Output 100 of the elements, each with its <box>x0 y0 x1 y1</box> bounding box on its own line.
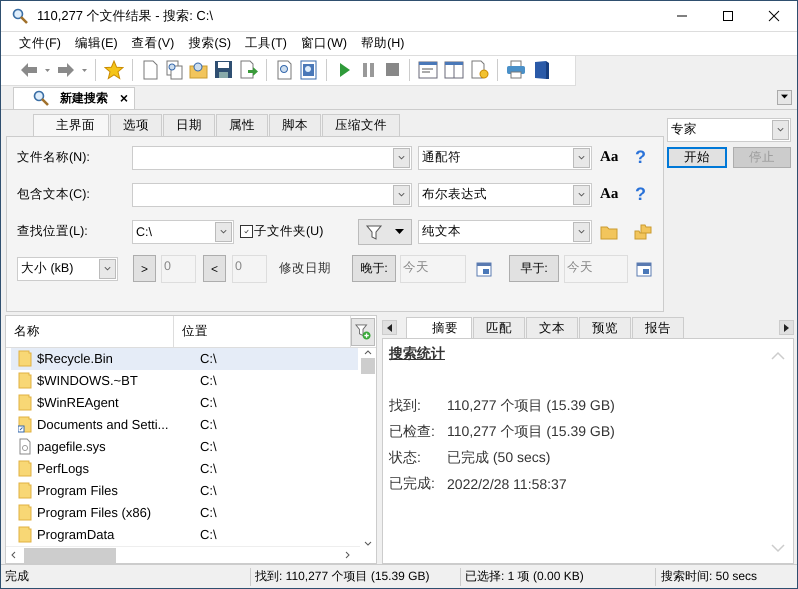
dropdown-button[interactable] <box>777 90 792 105</box>
menu-item[interactable]: 查看(V) <box>130 34 182 52</box>
chevron-up-icon[interactable] <box>363 348 373 356</box>
window-columns-icon[interactable] <box>444 60 464 80</box>
mode-dropdown[interactable]: 专家 <box>667 118 791 142</box>
chevron-right-icon[interactable] <box>344 550 352 560</box>
section-heading: 搜索统计 <box>389 345 445 364</box>
folder-icon <box>18 350 32 368</box>
table-cell-text: $WINDOWS.~BT <box>37 373 139 388</box>
tab[interactable]: 脚本 <box>269 114 321 136</box>
tab[interactable]: 主界面 <box>33 114 109 136</box>
location-dropdown[interactable]: C:\ <box>132 220 234 244</box>
add-filter-button[interactable] <box>351 318 375 346</box>
menu-item[interactable]: 搜索(S) <box>187 34 238 52</box>
table-cell: C:\ <box>200 395 217 410</box>
tab-label: 新建搜索 <box>60 90 109 107</box>
calendar-icon[interactable] <box>636 260 652 277</box>
stat-value: 2022/2/28 11:58:37 <box>447 476 567 492</box>
filter-button[interactable] <box>358 218 412 245</box>
scroll-right-button[interactable] <box>779 320 794 336</box>
tab[interactable]: 属性 <box>216 114 268 136</box>
table-cell: C:\ <box>200 461 217 476</box>
tab[interactable]: 摘要 <box>406 317 472 340</box>
table-cell: C:\ <box>200 351 217 366</box>
mode-dropdown[interactable]: 布尔表达式 <box>418 182 592 207</box>
menu-item[interactable]: 工具(T) <box>244 34 294 52</box>
table-cell-text: ProgramData <box>37 527 116 542</box>
table-cell-text: Program Files (x86) <box>37 505 152 520</box>
chevron-down-icon[interactable] <box>363 540 373 548</box>
start-button[interactable]: 开始 <box>667 146 727 168</box>
table-row[interactable]: Program Files (x86) C:\ <box>11 502 358 524</box>
table-row[interactable]: Documents and Setti... C:\ <box>11 414 358 436</box>
window-list-icon[interactable] <box>418 60 438 80</box>
filter-icon[interactable] <box>366 224 382 240</box>
table-cell: C:\ <box>200 483 217 498</box>
table-cell-text: Program Files <box>37 483 119 498</box>
filter-add-icon[interactable] <box>355 323 371 342</box>
column-header[interactable]: 名称 <box>6 316 174 347</box>
stat-label: 状态: <box>389 449 422 468</box>
triangle-right-icon[interactable] <box>784 324 789 332</box>
status-text: 找到: 110,277 个项目 (15.39 GB) <box>251 568 461 586</box>
tab[interactable]: 报告 <box>632 317 684 340</box>
mode-dropdown[interactable]: 通配符 <box>418 146 592 170</box>
stat-label: 找到: <box>389 397 422 416</box>
stat-label: 已完成: <box>389 475 436 494</box>
chevron-left-icon[interactable] <box>9 550 17 560</box>
table-row[interactable]: $WinREAgent C:\ <box>11 392 358 414</box>
tab[interactable]: 选项 <box>110 114 162 136</box>
close-icon[interactable] <box>768 10 780 22</box>
table-row[interactable]: $Recycle.Bin C:\ <box>11 348 358 370</box>
close-button[interactable]: × <box>120 90 128 106</box>
help-button[interactable]: ? <box>635 147 646 168</box>
triangle-left-icon[interactable] <box>387 324 392 332</box>
printer-icon[interactable] <box>506 60 526 80</box>
caret-icon[interactable] <box>781 94 788 100</box>
tab[interactable]: 文本 <box>526 317 578 340</box>
table-row[interactable]: Program Files C:\ <box>11 480 358 502</box>
table-cell-text: PerfLogs <box>37 461 90 476</box>
menu-item[interactable]: 编辑(E) <box>74 34 125 52</box>
document-tab[interactable]: 新建搜索 × <box>13 86 135 109</box>
menu-item[interactable]: 文件(F) <box>18 34 68 52</box>
table-row[interactable]: pagefile.sys C:\ <box>11 436 358 458</box>
table-cell: C:\ <box>200 373 217 388</box>
menu-item[interactable]: 帮助(H) <box>360 34 412 52</box>
mode-dropdown[interactable]: 纯文本 <box>418 220 592 244</box>
tab[interactable]: 日期 <box>163 114 215 136</box>
folder-icon <box>18 460 32 478</box>
scroll-left-button[interactable] <box>382 320 397 336</box>
checkbox[interactable] <box>240 225 253 238</box>
export-icon[interactable] <box>239 60 258 80</box>
match-case-button[interactable]: Aa <box>600 186 618 204</box>
scrollbar-thumb[interactable] <box>361 358 375 374</box>
tab[interactable]: 预览 <box>579 317 631 340</box>
menu-item[interactable]: 窗口(W) <box>300 34 354 52</box>
table-row[interactable]: PerfLogs C:\ <box>11 458 358 480</box>
document-icon[interactable] <box>141 60 159 80</box>
match-case-button[interactable]: Aa <box>600 149 618 166</box>
shortcut-folder-icon <box>18 416 32 434</box>
help-button[interactable]: ? <box>635 184 646 206</box>
field-label: 文件名称(N): <box>17 149 91 166</box>
star-icon[interactable] <box>104 60 124 80</box>
caret-icon[interactable] <box>395 228 404 235</box>
tab[interactable]: 压缩文件 <box>322 114 400 136</box>
save-icon[interactable] <box>214 60 233 80</box>
stat-value: 已完成 (50 secs) <box>447 449 550 468</box>
tab[interactable]: 匹配 <box>473 317 525 340</box>
input-field[interactable] <box>132 182 412 207</box>
input-field[interactable] <box>132 146 412 170</box>
calendar-icon[interactable] <box>476 260 492 277</box>
field-label: 包含文本(C): <box>17 186 91 204</box>
table-cell-text: pagefile.sys <box>37 439 107 454</box>
folder-icon <box>18 526 32 544</box>
table-row[interactable]: ProgramData C:\ <box>11 524 358 546</box>
table-cell: C:\ <box>200 439 217 454</box>
scrollbar-thumb[interactable] <box>24 548 116 563</box>
status-text: 搜索时间: 50 secs <box>660 568 758 586</box>
table-row[interactable]: $WINDOWS.~BT C:\ <box>11 370 358 392</box>
maximize-icon[interactable] <box>722 10 734 22</box>
stat-value: 110,277 个项目 (15.39 GB) <box>447 423 615 442</box>
size-dropdown[interactable]: 大小 (kB) <box>17 256 118 281</box>
